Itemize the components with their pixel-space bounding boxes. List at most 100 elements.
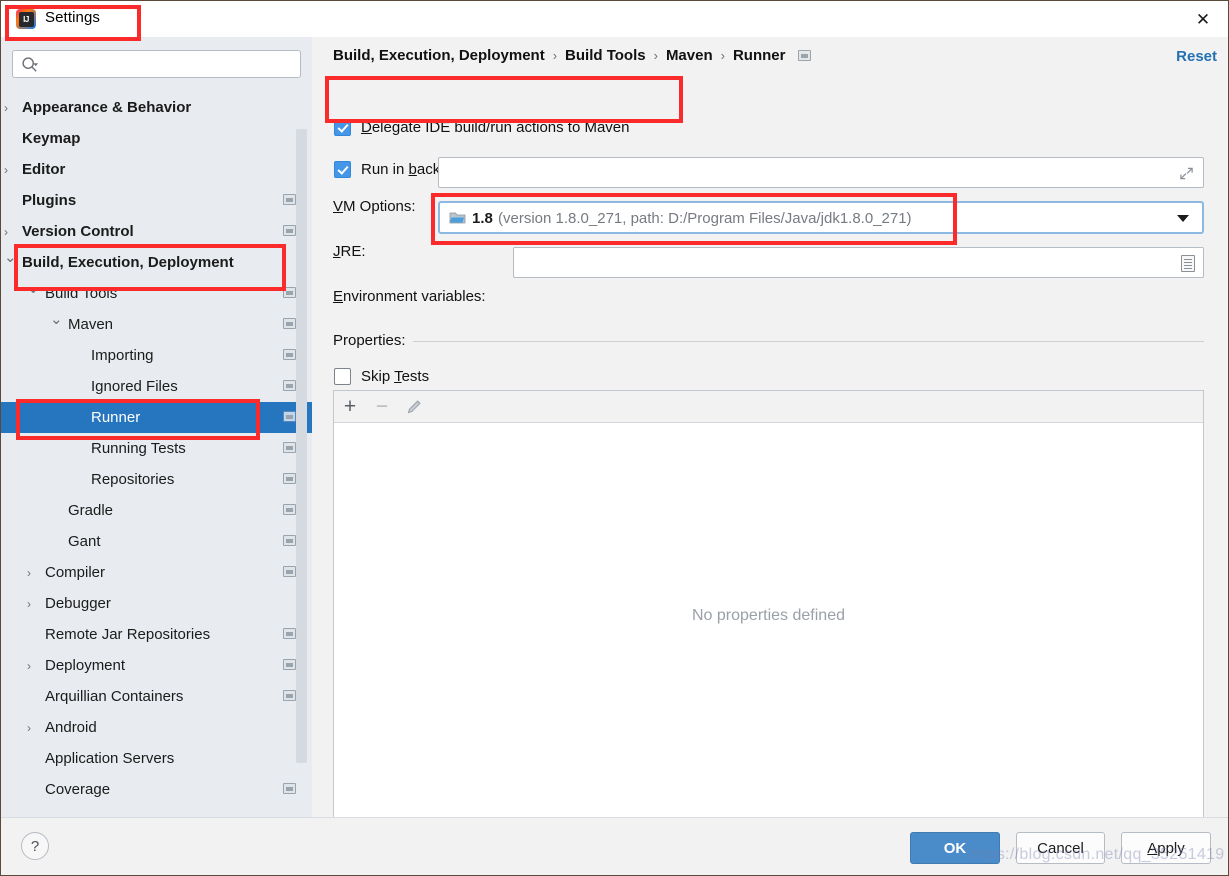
sidebar-item-coverage[interactable]: Coverage — [1, 774, 312, 805]
project-scope-icon — [283, 566, 296, 577]
skip-tests-checkbox-row[interactable]: Skip Tests — [334, 368, 429, 385]
sidebar-item-gradle[interactable]: Gradle — [1, 495, 312, 526]
project-scope-icon — [283, 380, 296, 391]
apply-button[interactable]: Apply — [1121, 832, 1211, 864]
settings-sidebar: › Appearance & Behavior Keymap › Editor Plugi… — [1, 37, 312, 817]
properties-empty-text: No properties defined — [692, 607, 845, 624]
chevron-down-icon[interactable] — [1177, 215, 1189, 222]
breadcrumb-segment[interactable]: Maven — [666, 47, 713, 64]
sidebar-item-editor[interactable]: › Editor — [1, 154, 312, 185]
apply-mnemonic: A — [1147, 839, 1158, 857]
skip-tests-mnemonic: T — [394, 368, 402, 385]
sidebar-item-label: Version Control — [22, 223, 134, 240]
project-scope-icon — [283, 690, 296, 701]
properties-panel: + − No properties defined — [333, 390, 1204, 842]
window-title: Settings — [45, 9, 100, 26]
sidebar-item-plugins[interactable]: Plugins — [1, 185, 312, 216]
chevron-right-icon[interactable]: › — [27, 567, 39, 579]
sidebar-item-label: Runner — [91, 409, 141, 426]
breadcrumb: Build, Execution, Deployment › Build Tools… — [333, 47, 812, 64]
project-scope-icon — [283, 504, 296, 515]
sidebar-item-repositories[interactable]: Repositories — [1, 464, 312, 495]
chevron-down-icon[interactable]: ⌄ — [50, 312, 63, 327]
sidebar-item-deployment[interactable]: › Deployment — [1, 650, 312, 681]
search-icon — [22, 57, 38, 72]
project-scope-icon — [283, 349, 296, 360]
help-button[interactable]: ? — [21, 832, 49, 860]
document-icon[interactable] — [1181, 255, 1195, 272]
vm-options-label: VM Options: — [333, 198, 416, 215]
jre-combobox[interactable]: 1.8 (version 1.8.0_271, path: D:/Program… — [438, 201, 1204, 234]
vm-mnemonic: V — [333, 198, 344, 215]
sidebar-item-label: Debugger — [45, 595, 111, 612]
properties-separator — [333, 341, 1204, 342]
chevron-right-icon[interactable]: › — [4, 226, 16, 238]
sidebar-item-debugger[interactable]: › Debugger — [1, 588, 312, 619]
logo-text: IJ — [18, 11, 34, 27]
ok-button[interactable]: OK — [910, 832, 1000, 864]
breadcrumb-segment[interactable]: Build Tools — [565, 47, 646, 64]
search-input[interactable] — [43, 54, 293, 75]
sidebar-item-android[interactable]: › Android — [1, 712, 312, 743]
sidebar-item-build-tools[interactable]: ⌄ Build Tools — [1, 278, 312, 309]
sidebar-item-version-control[interactable]: › Version Control — [1, 216, 312, 247]
vm-options-field[interactable] — [438, 157, 1204, 188]
sidebar-item-application-servers[interactable]: Application Servers — [1, 743, 312, 774]
sidebar-item-keymap[interactable]: Keymap — [1, 123, 312, 154]
environment-variables-field[interactable] — [513, 247, 1204, 278]
sidebar-item-running-tests[interactable]: Running Tests — [1, 433, 312, 464]
chevron-right-icon[interactable]: › — [27, 722, 39, 734]
sidebar-item-importing[interactable]: Importing — [1, 340, 312, 371]
settings-tree: › Appearance & Behavior Keymap › Editor Plugi… — [1, 92, 312, 817]
settings-dialog: IJ Settings ✕ › Appearance & Behavior Keym… — [0, 0, 1229, 876]
sidebar-item-remote-jar-repositories[interactable]: Remote Jar Repositories — [1, 619, 312, 650]
chevron-right-icon[interactable]: › — [27, 598, 39, 610]
breadcrumb-segment[interactable]: Runner — [733, 47, 786, 64]
sidebar-item-label: Arquillian Containers — [45, 688, 184, 705]
intellij-logo-icon: IJ — [16, 9, 36, 29]
sidebar-item-label: Android — [45, 719, 97, 736]
sidebar-item-label: Maven — [68, 316, 114, 333]
project-scope-icon — [283, 442, 296, 453]
sidebar-item-appearance-behavior[interactable]: › Appearance & Behavior — [1, 92, 312, 123]
chevron-right-icon[interactable]: › — [4, 102, 16, 114]
background-mnemonic: b — [408, 161, 417, 178]
properties-section-label: Properties: — [333, 332, 413, 349]
sidebar-item-compiler[interactable]: › Compiler — [1, 557, 312, 588]
cancel-button[interactable]: Cancel — [1016, 832, 1105, 864]
delegate-ide-build-checkbox-row[interactable]: Delegate IDE build/run actions to Maven — [334, 119, 630, 136]
project-scope-icon — [283, 659, 296, 670]
sidebar-item-arquillian-containers[interactable]: Arquillian Containers — [1, 681, 312, 712]
title-bar: IJ Settings ✕ — [1, 1, 1228, 37]
project-scope-icon — [283, 628, 296, 639]
sidebar-item-label: Gradle — [68, 502, 114, 519]
close-icon[interactable]: ✕ — [1192, 8, 1214, 30]
project-scope-icon — [283, 535, 296, 546]
sidebar-item-label: Build Tools — [45, 285, 118, 302]
sidebar-item-gant[interactable]: Gant — [1, 526, 312, 557]
chevron-down-icon[interactable]: ⌄ — [4, 250, 17, 265]
reset-link[interactable]: Reset — [1176, 48, 1217, 65]
skip-tests-checkbox[interactable] — [334, 368, 351, 385]
delegate-ide-build-checkbox[interactable] — [334, 119, 351, 136]
expand-icon[interactable] — [1179, 166, 1194, 181]
jre-mnemonic: J — [333, 243, 341, 260]
breadcrumb-segment[interactable]: Build, Execution, Deployment — [333, 47, 545, 64]
sidebar-item-ignored-files[interactable]: Ignored Files — [1, 371, 312, 402]
settings-content-pane: Build, Execution, Deployment › Build Tools… — [312, 37, 1228, 842]
jre-detail: (version 1.8.0_271, path: D:/Program Fil… — [498, 210, 912, 227]
chevron-right-icon[interactable]: › — [27, 660, 39, 672]
sidebar-item-label: Application Servers — [45, 750, 175, 767]
sidebar-item-maven[interactable]: ⌄ Maven — [1, 309, 312, 340]
chevron-right-icon[interactable]: › — [4, 164, 16, 176]
chevron-down-icon[interactable]: ⌄ — [27, 281, 40, 296]
delegate-label-rest: elegate IDE build/run actions to Maven — [371, 119, 630, 136]
sidebar-item-runner[interactable]: Runner — [1, 402, 312, 433]
project-scope-icon — [283, 194, 296, 205]
sidebar-item-build-execution-deployment[interactable]: ⌄ Build, Execution, Deployment — [1, 247, 312, 278]
run-in-background-checkbox[interactable] — [334, 161, 351, 178]
sidebar-scrollbar[interactable] — [296, 129, 307, 763]
project-scope-icon — [283, 287, 296, 298]
jre-label: JRE: — [333, 243, 366, 260]
search-box[interactable] — [12, 50, 301, 78]
